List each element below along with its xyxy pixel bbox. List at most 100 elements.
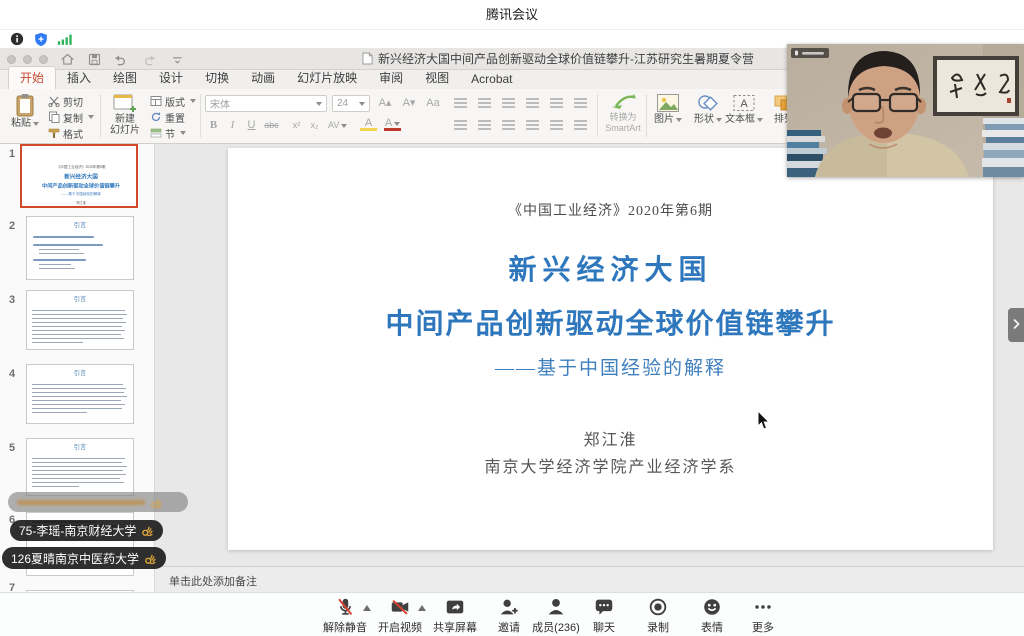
mic-badge-icon [795,51,798,56]
paste-button[interactable]: 粘贴 [6,92,44,129]
thumb-number: 1 [9,148,15,160]
bold-button[interactable]: B [205,116,222,134]
shrink-font-button[interactable]: A▾ [398,95,420,112]
video-options-caret[interactable] [418,605,426,611]
highlight-color-button[interactable]: A [360,116,377,131]
record-button[interactable]: 录制 [630,596,686,635]
superscript-button[interactable]: x² [288,116,305,134]
faded-reaction-text [17,500,145,505]
start-video-button[interactable]: 开启视频 [372,596,428,635]
slide-title-line1: 新兴经济大国 [228,248,993,288]
font-color-button[interactable]: A [384,116,401,131]
tab-review[interactable]: 审阅 [368,67,414,89]
format-painter-button[interactable]: 格式 [48,125,94,141]
slide-editor[interactable]: 《中国工业经济》2020年第6期 新兴经济大国 中间产品创新驱动全球价值链攀升 … [228,148,993,550]
reaction-badge: 126夏晴南京中医药大学 [2,547,166,569]
thumb-heading: 引言 [43,368,117,377]
bullets-button[interactable] [450,95,471,111]
mic-options-caret[interactable] [363,605,371,611]
reset-button[interactable]: 重置 [150,109,196,125]
notes-pane[interactable]: 单击此处添加备注 [155,566,1024,592]
copy-button[interactable]: 复制 [48,109,94,125]
tab-insert[interactable]: 插入 [56,67,102,89]
share-screen-button[interactable]: 共享屏幕 [427,596,483,635]
slide-thumbnail-5[interactable]: 引言 [26,438,134,496]
info-icon [10,32,24,46]
window-close-button[interactable] [7,55,16,64]
slide-thumbnail-4[interactable]: 引言 [26,364,134,424]
convert-to-smartart-button[interactable]: 转换为 SmartArt [600,92,646,134]
scissors-icon [48,95,60,107]
tab-animations[interactable]: 动画 [240,67,286,89]
tab-acrobat[interactable]: Acrobat [460,70,523,89]
reactions-button[interactable]: 表情 [684,596,740,635]
font-name-select[interactable]: 宋体 [205,95,327,112]
slide-author: 郑江淮 [228,426,993,450]
thumb-number: 2 [9,220,15,232]
columns-button[interactable] [546,117,567,133]
thumb-number: 5 [9,442,15,454]
new-slide-button[interactable]: 新建幻灯片 [104,92,146,136]
more-button[interactable]: 更多 [735,596,791,635]
chat-button[interactable]: 聊天 [576,596,632,635]
layout-button[interactable]: 版式 [150,93,196,109]
tab-home[interactable]: 开始 [8,66,56,89]
reaction-participant-name: 75-李瑶-南京财经大学 [19,522,136,539]
meeting-control-bar: 解除静音 开启视频 共享屏幕 邀请 成员(236) 聊天 录制 [0,592,1024,636]
calligraphy-frame [933,56,1019,116]
slide-thumbnail-2[interactable]: 引言 [26,216,134,280]
paste-dropdown-icon[interactable] [33,122,39,126]
textbox-icon [732,93,756,113]
font-size-select[interactable]: 24 [332,95,370,112]
window-minimize-button[interactable] [23,55,32,64]
home-icon[interactable] [60,52,75,67]
layout-icon [150,95,162,107]
align-left-button[interactable] [450,117,471,133]
document-icon [362,52,373,65]
align-center-button[interactable] [474,117,495,133]
align-right-button[interactable] [498,117,519,133]
align-text-button[interactable] [570,117,591,133]
line-spacing-button[interactable] [546,95,567,111]
tab-design[interactable]: 设计 [148,67,194,89]
tencent-meeting-window: 腾讯会议 新兴经济大国中间产品创新驱动全球价值链攀升-江苏研究生暑期夏令营 开始… [0,0,1024,636]
text-direction-button[interactable] [570,95,591,111]
unmute-button[interactable]: 解除静音 [317,596,373,635]
thumb-heading: 引言 [43,442,117,451]
numbering-button[interactable] [474,95,495,111]
slide-canvas: 《中国工业经济》2020年第6期 新兴经济大国 中间产品创新驱动全球价值链攀升 … [155,144,1024,566]
thumb-content: 《中国工业经济》2020年第6期 新兴经济大国 中间产品创新驱动全球价值链攀升 … [22,164,138,208]
shapes-button[interactable]: 形状 [690,92,726,125]
tab-view[interactable]: 视图 [414,67,460,89]
strikethrough-button[interactable]: abc [263,116,280,134]
increase-indent-button[interactable] [522,95,543,111]
camera-off-icon [389,596,411,618]
slide-thumbnail-3[interactable]: 引言 [26,290,134,350]
picture-icon [656,93,680,113]
subscript-button[interactable]: x₂ [306,116,323,134]
tab-transitions[interactable]: 切换 [194,67,240,89]
justify-button[interactable] [522,117,543,133]
members-icon [545,596,567,618]
section-button[interactable]: 节 [150,125,196,141]
tab-slideshow[interactable]: 幻灯片放映 [286,67,368,89]
clear-formatting-button[interactable]: Aa [422,95,444,112]
italic-button[interactable]: I [224,116,241,134]
shield-icon [34,32,48,47]
ok-hand-icon [141,524,154,537]
underline-button[interactable]: U [243,116,260,134]
video-name-badge [791,48,829,58]
character-spacing-button[interactable]: AV [328,116,347,134]
window-zoom-button[interactable] [39,55,48,64]
grow-font-button[interactable]: A▴ [374,95,396,112]
side-panel-toggle[interactable] [1008,308,1024,342]
presenter-video [787,44,1024,177]
picture-button[interactable]: 图片 [650,92,686,125]
slide-thumbnail-1[interactable]: 《中国工业经济》2020年第6期 新兴经济大国 中间产品创新驱动全球价值链攀升 … [20,144,138,208]
textbox-button[interactable]: 文本框 [722,92,766,125]
cut-button[interactable]: 剪切 [48,93,94,109]
thumb-heading: 引言 [43,294,117,303]
decrease-indent-button[interactable] [498,95,519,111]
tab-draw[interactable]: 绘图 [102,67,148,89]
reaction-participant-name: 126夏晴南京中医药大学 [11,550,139,567]
